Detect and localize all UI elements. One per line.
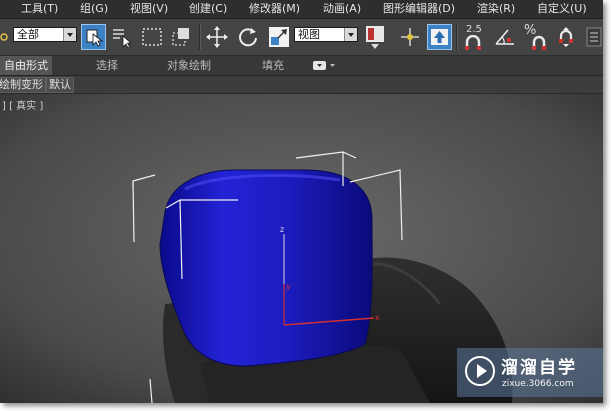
menu-modifiers[interactable]: 修改器(M) (249, 2, 300, 16)
watermark-title: 溜溜自学 (501, 358, 577, 378)
angle-snap-value: 2.5 (466, 24, 482, 35)
gizmo-z-label: z (280, 225, 284, 234)
chevron-down-icon (63, 28, 76, 41)
ribbon-options-icon[interactable] (313, 60, 337, 71)
gizmo-y-label: y (286, 282, 291, 291)
tab-freeform[interactable]: 自由形式 (0, 56, 52, 75)
snaps-toggle-icon[interactable] (463, 35, 483, 51)
pivot-center-icon[interactable] (364, 24, 386, 50)
tab-selection[interactable]: 选择 (96, 56, 118, 75)
menu-animation[interactable]: 动画(A) (323, 2, 361, 16)
percent-snap-icon[interactable] (531, 35, 547, 51)
angle-snap-icon[interactable] (493, 25, 517, 49)
gizmo-x-label: x (375, 313, 380, 322)
selection-filter-value: 全部 (17, 28, 39, 41)
main-toolbar: 全部 视图 2.5 % (0, 19, 603, 56)
play-logo-icon (465, 356, 495, 386)
link-icon[interactable] (0, 25, 10, 49)
select-manipulate-icon[interactable] (398, 25, 422, 49)
spinner-snap-icon[interactable] (554, 25, 578, 49)
ribbon-tab-bar: 自由形式 选择 对象绘制 填充 (0, 56, 603, 76)
menu-rendering[interactable]: 渲染(R) (477, 2, 515, 16)
scale-icon[interactable] (267, 25, 291, 49)
toolbar-separator (199, 24, 201, 50)
viewport-label[interactable]: ] [ 真实 ] (2, 97, 43, 112)
rectangular-selection-region-icon[interactable] (140, 25, 164, 49)
defaults-button[interactable]: 默认 (46, 77, 74, 93)
watermark: 溜溜自学 zixue.3066.com (457, 348, 603, 397)
toolbar-separator (456, 24, 458, 50)
keyboard-shortcut-override-button[interactable] (427, 24, 452, 50)
app-window: 工具(T) 组(G) 视图(V) 创建(C) 修改器(M) 动画(A) 图形编辑… (0, 0, 603, 403)
select-by-name-icon[interactable] (110, 25, 134, 49)
selected-cushion-object[interactable] (159, 169, 373, 367)
reference-coordinate-value: 视图 (298, 28, 320, 41)
watermark-url: zixue.3066.com (502, 379, 574, 389)
selection-filter-dropdown[interactable]: 全部 (13, 27, 77, 42)
named-selection-sets-icon[interactable] (585, 25, 603, 49)
menu-graph-editors[interactable]: 图形编辑器(D) (383, 2, 455, 16)
menu-tools[interactable]: 工具(T) (21, 2, 58, 16)
menu-create[interactable]: 创建(C) (189, 2, 227, 16)
select-cursor-icon (86, 29, 104, 47)
tab-populate[interactable]: 填充 (262, 56, 284, 75)
chevron-down-icon (344, 28, 357, 41)
menu-view[interactable]: 视图(V) (130, 2, 168, 16)
shortcut-override-icon (431, 29, 448, 45)
menu-customize[interactable]: 自定义(U) (537, 2, 587, 16)
paint-deform-button[interactable]: 绘制变形 (0, 77, 46, 93)
menu-bar: 工具(T) 组(G) 视图(V) 创建(C) 修改器(M) 动画(A) 图形编辑… (0, 0, 603, 19)
menu-group[interactable]: 组(G) (80, 2, 108, 16)
select-object-button[interactable] (81, 24, 106, 50)
ribbon-panel-bar: 绘制变形 默认 (0, 76, 603, 94)
reference-coordinate-dropdown[interactable]: 视图 (294, 27, 358, 42)
perspective-viewport[interactable]: z y x ] [ 真实 ] 溜溜自学 zixue.3066.com (0, 94, 603, 403)
rotate-icon[interactable] (236, 25, 260, 49)
move-icon[interactable] (205, 25, 229, 49)
window-crossing-icon[interactable] (170, 25, 194, 49)
tab-object-paint[interactable]: 对象绘制 (167, 56, 211, 75)
